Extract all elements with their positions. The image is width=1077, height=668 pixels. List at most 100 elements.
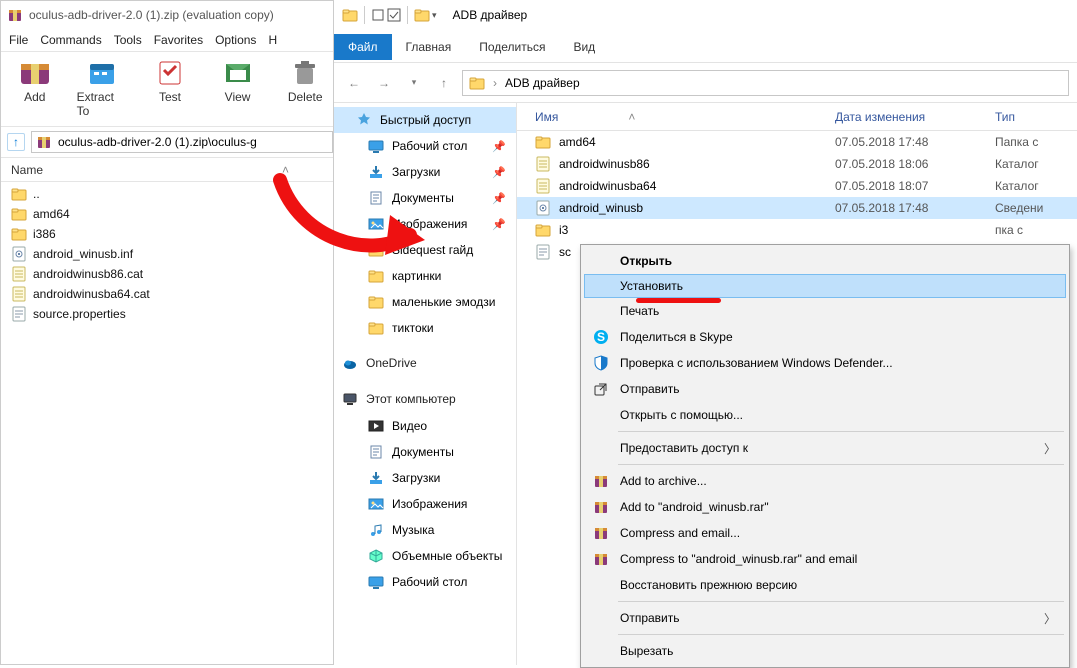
context-menu-label: Add to archive...: [620, 474, 707, 488]
navtree-quick-access[interactable]: Быстрый доступ: [334, 107, 516, 133]
context-menu-item[interactable]: Compress to "android_winusb.rar" and ema…: [584, 546, 1066, 572]
pin-icon: 📌: [492, 140, 506, 153]
tab-home[interactable]: Главная: [392, 34, 466, 60]
navtree-item[interactable]: Рабочий стол 📌: [334, 133, 516, 159]
context-menu-item[interactable]: Открыть с помощью...: [584, 402, 1066, 428]
navtree-item[interactable]: Загрузки: [334, 465, 516, 491]
winrar-icon: [592, 550, 610, 568]
context-menu-item[interactable]: Восстановить прежнюю версию: [584, 572, 1066, 598]
inf-icon: [11, 246, 27, 262]
navtree-item[interactable]: Рабочий стол: [334, 569, 516, 595]
navtree-item[interactable]: тиктоки: [334, 315, 516, 341]
explorer-titlebar[interactable]: ▾ ADB драйвер: [334, 0, 1077, 30]
cat-icon: [535, 156, 551, 172]
navtree-label: Загрузки: [392, 471, 440, 485]
navtree-item[interactable]: картинки: [334, 263, 516, 289]
extract-button[interactable]: Extract To: [77, 58, 129, 118]
properties-icon[interactable]: [371, 8, 385, 22]
navtree-item[interactable]: Изображения📌: [334, 211, 516, 237]
context-menu-item[interactable]: Add to "android_winusb.rar": [584, 494, 1066, 520]
navtree-label: Рабочий стол: [392, 575, 467, 589]
navtree-item[interactable]: Изображения: [334, 491, 516, 517]
up-button[interactable]: ↑: [7, 133, 25, 151]
navtree-item[interactable]: Sidequest гайд: [334, 237, 516, 263]
file-date: 07.05.2018 18:07: [827, 179, 987, 193]
folder-icon: [368, 294, 384, 310]
navtree-this-pc[interactable]: Этот компьютер: [334, 385, 516, 413]
menu-options[interactable]: Options: [215, 33, 256, 47]
list-item[interactable]: androidwinusba64.cat: [1, 284, 339, 304]
tab-file[interactable]: Файл: [334, 34, 392, 60]
winrar-menubar: File Commands Tools Favorites Options H: [1, 29, 339, 51]
menu-favorites[interactable]: Favorites: [154, 33, 203, 47]
list-item[interactable]: android_winusb.inf: [1, 244, 339, 264]
tab-view[interactable]: Вид: [559, 34, 609, 60]
navtree-item[interactable]: Загрузки📌: [334, 159, 516, 185]
table-row[interactable]: androidwinusb8607.05.2018 18:06Каталог: [517, 153, 1077, 175]
context-menu-item[interactable]: Отправить〉: [584, 605, 1066, 631]
table-row[interactable]: android_winusb07.05.2018 17:48Сведени: [517, 197, 1077, 219]
checkbox-icon[interactable]: [387, 8, 401, 22]
context-menu-label: Отправить: [620, 611, 680, 625]
context-menu: ОткрытьУстановить Печать Поделиться в Skyp…: [580, 244, 1070, 668]
menu-commands[interactable]: Commands: [40, 33, 101, 47]
table-row[interactable]: amd6407.05.2018 17:48Папка с: [517, 131, 1077, 153]
winrar-window: oculus-adb-driver-2.0 (1).zip (evaluatio…: [0, 0, 340, 665]
navtree-onedrive[interactable]: OneDrive: [334, 349, 516, 377]
context-menu-item[interactable]: Открыть: [584, 248, 1066, 274]
list-item[interactable]: amd64: [1, 204, 339, 224]
winrar-list-header[interactable]: Name ˄: [1, 158, 339, 182]
header-name[interactable]: Имя˄: [527, 110, 827, 124]
list-item[interactable]: androidwinusb86.cat: [1, 264, 339, 284]
nav-forward-button[interactable]: →: [372, 71, 396, 95]
context-menu-item[interactable]: Установить: [584, 274, 1066, 298]
cat-icon: [535, 178, 551, 194]
address-bar[interactable]: › ADB драйвер: [462, 70, 1069, 96]
header-type[interactable]: Тип: [987, 110, 1077, 124]
nav-up-button[interactable]: ↑: [432, 71, 456, 95]
nav-history-dropdown[interactable]: ▾: [402, 71, 426, 95]
menu-file[interactable]: File: [9, 33, 28, 47]
navtree-item[interactable]: Документы📌: [334, 185, 516, 211]
cat-icon: [11, 286, 27, 302]
navtree-item[interactable]: маленькие эмодзи: [334, 289, 516, 315]
menu-tools[interactable]: Tools: [114, 33, 142, 47]
navtree-item[interactable]: Музыка: [334, 517, 516, 543]
menu-help[interactable]: H: [268, 33, 277, 47]
file-name: i3: [559, 223, 568, 237]
tab-share[interactable]: Поделиться: [465, 34, 559, 60]
navtree-label: Рабочий стол: [392, 139, 467, 153]
winrar-path-field[interactable]: oculus-adb-driver-2.0 (1).zip\oculus-g: [31, 131, 333, 153]
navtree-item[interactable]: Документы: [334, 439, 516, 465]
context-menu-item[interactable]: Поделиться в Skype: [584, 324, 1066, 350]
context-menu-item[interactable]: Отправить: [584, 376, 1066, 402]
nav-back-button[interactable]: ←: [342, 71, 366, 95]
folder-icon: [469, 75, 485, 91]
table-row[interactable]: i3пка с: [517, 219, 1077, 241]
context-menu-item[interactable]: Compress and email...: [584, 520, 1066, 546]
context-menu-label: Печать: [620, 304, 659, 318]
qat-dropdown-icon[interactable]: ▾: [432, 10, 437, 21]
table-row[interactable]: androidwinusba6407.05.2018 18:07Каталог: [517, 175, 1077, 197]
context-menu-item[interactable]: Проверка с использованием Windows Defend…: [584, 350, 1066, 376]
navtree-item[interactable]: Объемные объекты: [334, 543, 516, 569]
test-button[interactable]: Test: [144, 58, 196, 118]
winrar-titlebar[interactable]: oculus-adb-driver-2.0 (1).zip (evaluatio…: [1, 1, 339, 29]
view-button[interactable]: View: [212, 58, 264, 118]
list-item[interactable]: i386: [1, 224, 339, 244]
header-date[interactable]: Дата изменения: [827, 110, 987, 124]
list-item[interactable]: ..: [1, 184, 339, 204]
add-button[interactable]: Add: [9, 58, 61, 118]
context-menu-item[interactable]: Вырезать: [584, 638, 1066, 664]
objects3d-icon: [368, 548, 384, 564]
file-type: Каталог: [987, 157, 1077, 171]
winrar-icon: [592, 472, 610, 490]
context-menu-item[interactable]: Печать: [584, 298, 1066, 324]
context-menu-item[interactable]: Предоставить доступ к〉: [584, 435, 1066, 461]
pc-icon: [342, 391, 358, 407]
delete-button[interactable]: Delete: [279, 58, 331, 118]
navtree-item[interactable]: Видео: [334, 413, 516, 439]
context-menu-item[interactable]: Add to archive...: [584, 468, 1066, 494]
breadcrumb[interactable]: ADB драйвер: [505, 76, 580, 90]
list-item[interactable]: source.properties: [1, 304, 339, 324]
